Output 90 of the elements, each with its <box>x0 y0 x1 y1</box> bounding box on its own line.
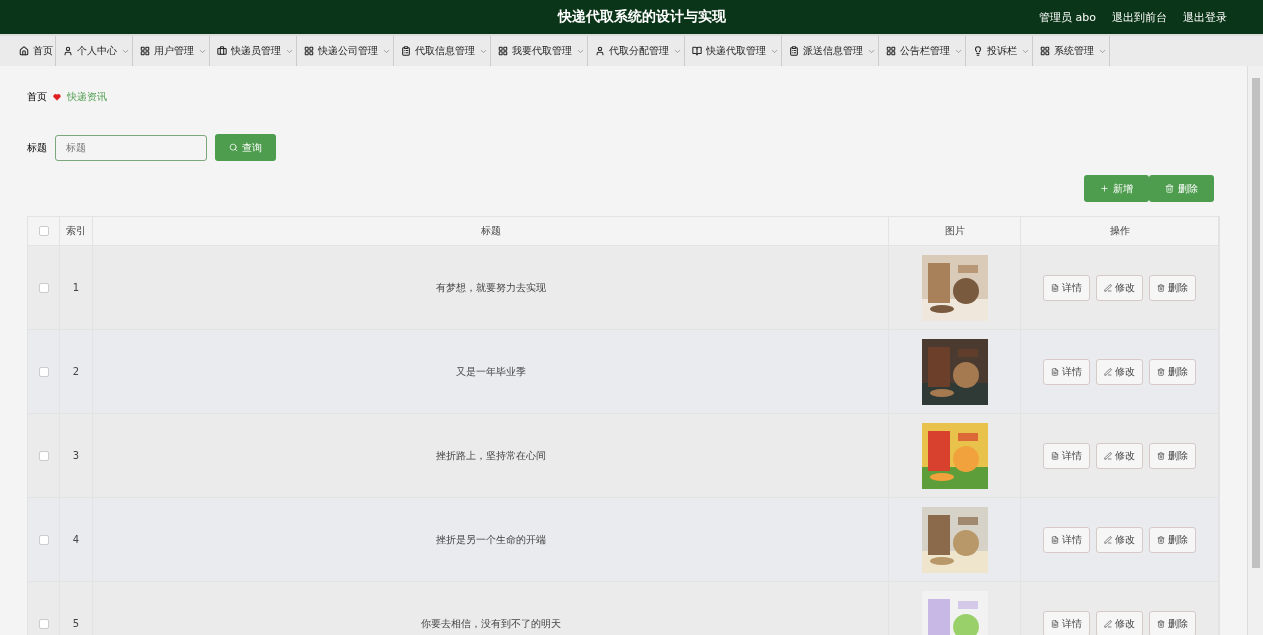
detail-button[interactable]: 详情 <box>1043 358 1090 385</box>
delete-button[interactable]: 删除 <box>1149 610 1196 635</box>
title-search-field[interactable]: 标题 <box>55 134 207 161</box>
document-icon <box>1051 451 1059 460</box>
document-icon <box>1051 283 1059 292</box>
table-cell: 2 <box>72 366 80 377</box>
site-title: 快递代取系统的设计与实现 <box>556 8 727 26</box>
checkbox[interactable] <box>38 282 49 293</box>
edit-button[interactable]: 修改 <box>1096 358 1143 385</box>
edit-button[interactable]: 修改 <box>1096 442 1143 469</box>
checkbox[interactable] <box>38 226 49 236</box>
grid-icon <box>140 46 150 56</box>
table-cell: 挫折路上，坚持常在心间 <box>435 448 546 463</box>
document-icon <box>1051 619 1059 628</box>
table-cell: 3 <box>72 450 80 461</box>
edit-button[interactable]: 修改 <box>1096 610 1143 635</box>
home-icon <box>19 46 29 56</box>
pen-icon <box>1104 367 1112 376</box>
grid-icon <box>886 46 896 56</box>
trash-icon <box>1157 619 1165 628</box>
book-icon <box>692 46 702 56</box>
clipboard-icon <box>401 46 411 56</box>
user-icon <box>595 46 605 56</box>
column-header: 索引 <box>66 224 86 238</box>
column-header: 图片 <box>944 224 965 238</box>
user-icon <box>63 46 73 56</box>
detail-button[interactable]: 详情 <box>1043 442 1090 469</box>
nav-item[interactable]: 派送信息管理 <box>782 36 879 66</box>
header-link[interactable]: 退出到前台 <box>1112 9 1167 25</box>
grid-icon <box>304 46 314 56</box>
table-cell: 挫折是另一个生命的开端 <box>435 532 546 547</box>
delete-button[interactable]: 删除 <box>1149 358 1196 385</box>
table-cell: 你要去相信，没有到不了的明天 <box>420 616 561 631</box>
nav-item[interactable]: 快递员管理 <box>210 36 297 66</box>
nav-item[interactable]: 代取分配管理 <box>588 36 685 66</box>
plus-icon <box>1100 184 1109 193</box>
pen-icon <box>1104 619 1112 628</box>
edit-button[interactable]: 修改 <box>1096 526 1143 553</box>
trash-icon <box>1157 367 1165 376</box>
trash-icon <box>1157 535 1165 544</box>
clipboard-icon <box>789 46 799 56</box>
nav-item[interactable]: 投诉栏 <box>966 36 1033 66</box>
pen-icon <box>1104 451 1112 460</box>
delete-button[interactable]: 删除 <box>1149 274 1196 301</box>
nav-item[interactable]: 我要代取管理 <box>491 36 588 66</box>
nav-item[interactable]: 系统管理 <box>1033 36 1110 66</box>
checkbox[interactable] <box>38 618 49 629</box>
nav-item[interactable]: 公告栏管理 <box>879 36 966 66</box>
table-cell: 5 <box>72 618 80 629</box>
delete-button[interactable]: 删除 <box>1149 442 1196 469</box>
detail-button[interactable]: 详情 <box>1043 274 1090 301</box>
table-cell: 1 <box>72 282 80 293</box>
table-cell: 有梦想，就要努力去实现 <box>435 280 546 295</box>
grid-icon <box>1040 46 1050 56</box>
nav-item[interactable]: 个人中心 <box>56 36 133 66</box>
header-link[interactable]: 管理员 abo <box>1039 9 1096 25</box>
lightbulb-icon <box>973 46 983 56</box>
briefcase-icon <box>217 46 227 56</box>
trash-icon <box>1157 283 1165 292</box>
column-header: 操作 <box>1109 224 1130 238</box>
grid-icon <box>498 46 508 56</box>
nav-item[interactable]: 快递代取管理 <box>685 36 782 66</box>
scrollbar[interactable] <box>1247 66 1263 635</box>
trash-icon <box>1157 451 1165 460</box>
field-label: 标题 <box>27 140 47 155</box>
table-cell: 4 <box>72 534 80 545</box>
header-link[interactable]: 退出登录 <box>1183 9 1227 25</box>
delete-button[interactable]: 删除 <box>1149 526 1196 553</box>
document-icon <box>1051 367 1059 376</box>
breadcrumb-link[interactable]: 首页 <box>27 90 47 104</box>
detail-button[interactable]: 详情 <box>1043 610 1090 635</box>
checkbox[interactable] <box>38 366 49 377</box>
scrollbar-thumb[interactable] <box>1251 78 1260 568</box>
document-icon <box>1051 535 1059 544</box>
nav-item[interactable]: 代取信息管理 <box>394 36 491 66</box>
table-cell: 又是一年毕业季 <box>455 364 526 379</box>
pen-icon <box>1104 283 1112 292</box>
heart-icon <box>53 93 61 101</box>
pen-icon <box>1104 535 1112 544</box>
nav-item[interactable]: 用户管理 <box>133 36 210 66</box>
column-header: 标题 <box>480 224 501 238</box>
detail-button[interactable]: 详情 <box>1043 526 1090 553</box>
breadcrumb-current: 快递资讯 <box>67 90 107 104</box>
checkbox[interactable] <box>38 534 49 545</box>
checkbox[interactable] <box>38 450 49 461</box>
search-icon <box>229 143 238 152</box>
trash-icon <box>1165 184 1174 193</box>
nav-item[interactable]: 快递公司管理 <box>297 36 394 66</box>
edit-button[interactable]: 修改 <box>1096 274 1143 301</box>
nav-item[interactable]: 首页 <box>12 36 56 66</box>
